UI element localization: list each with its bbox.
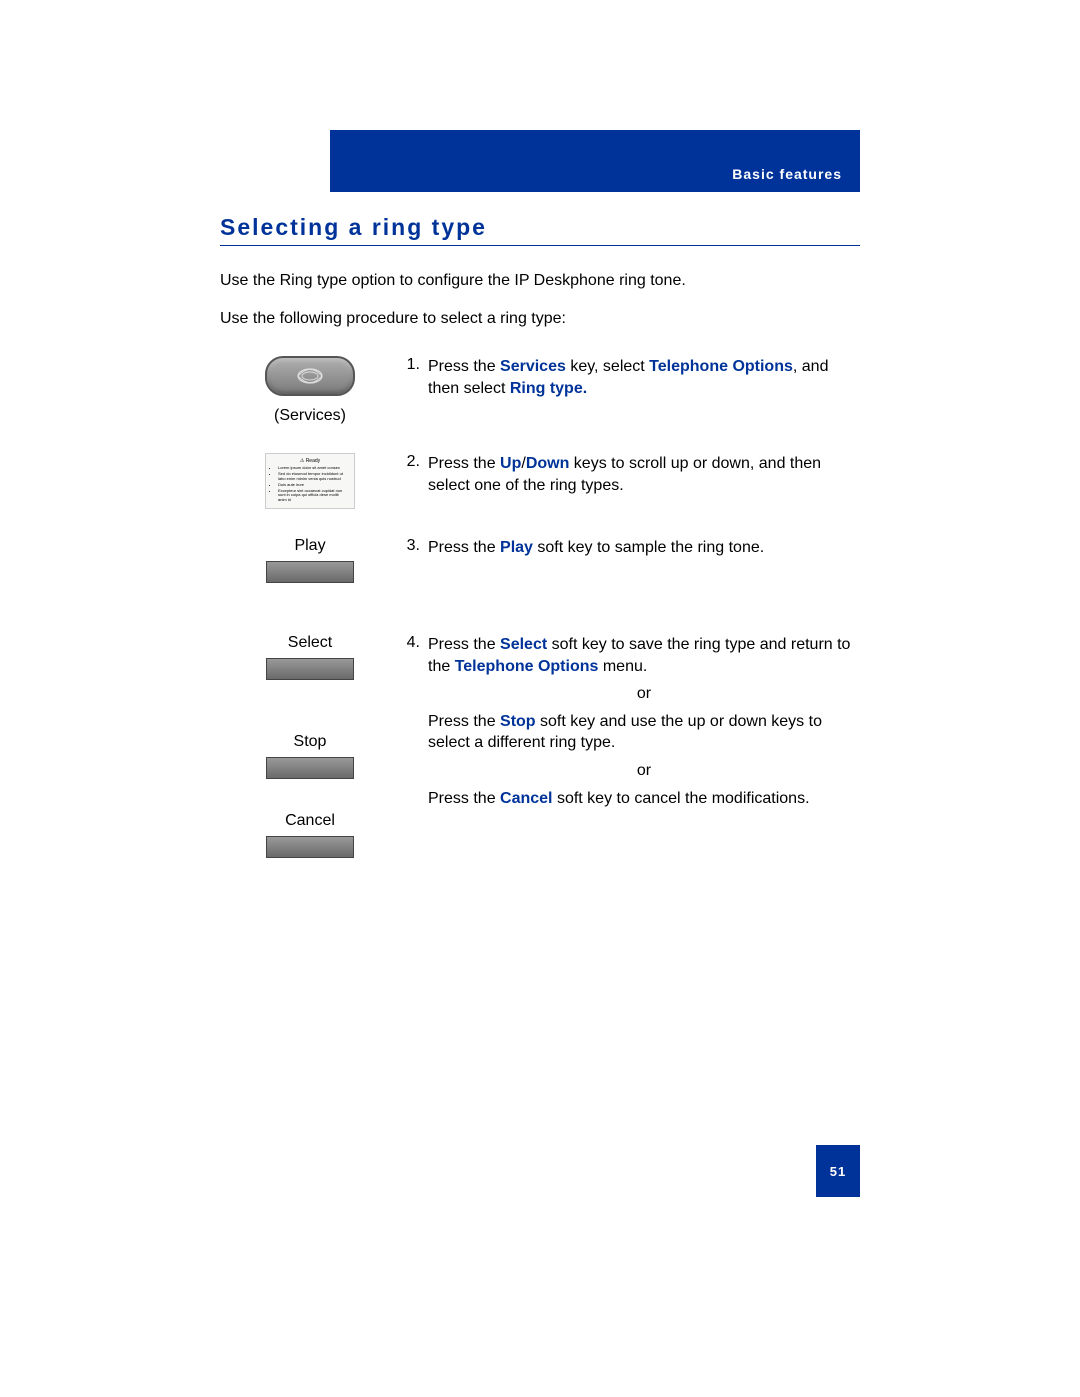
services-key-icon (265, 356, 355, 396)
play-softkey-label: Play (220, 537, 400, 555)
stop-softkey-icon (266, 757, 354, 779)
step-2-t1: Press the (428, 455, 500, 472)
header-section-label: Basic features (732, 166, 842, 182)
intro-paragraph-1: Use the Ring type option to configure th… (220, 270, 860, 292)
page-number-value: 51 (830, 1164, 846, 1179)
cancel-softkey-label: Cancel (266, 812, 354, 830)
step-2-row: ⚠ Ready Lorem ipsum dolor sit amet conse… (220, 453, 860, 509)
step-4-k1: Select (500, 636, 547, 653)
step-4-cancel-t2: soft key to cancel the modifications. (553, 790, 810, 807)
document-page: Basic features Selecting a ring type Use… (0, 0, 1080, 1397)
step-2-k1: Up (500, 455, 521, 472)
intro-paragraph-2: Use the following procedure to select a … (220, 310, 860, 328)
cancel-softkey-icon (266, 836, 354, 858)
step-1-t2: key, select (566, 358, 649, 375)
step-1-row: (Services) 1. Press the Services key, se… (220, 356, 860, 425)
step-3-number: 3. (400, 537, 428, 555)
stop-softkey-label: Stop (266, 733, 354, 751)
step-4-k2: Telephone Options (455, 658, 599, 675)
step-4-stop-t1: Press the (428, 713, 500, 730)
page-number: 51 (816, 1145, 860, 1197)
play-softkey-icon (266, 561, 354, 583)
step-1-k1: Services (500, 358, 566, 375)
step-1-k3: Ring type. (510, 380, 587, 397)
step-2-k2: Down (526, 455, 570, 472)
step-4-stop-k1: Stop (500, 713, 536, 730)
step-2-text: 2. Press the Up/Down keys to scroll up o… (400, 453, 860, 496)
phone-display-illustration: ⚠ Ready Lorem ipsum dolor sit amet conse… (265, 453, 355, 509)
step-4-t3: menu. (598, 658, 647, 675)
step-4-cancel-k1: Cancel (500, 790, 552, 807)
step-3-left: Play (220, 537, 400, 606)
step-3-t2: soft key to sample the ring tone. (533, 539, 764, 556)
step-3-text: 3. Press the Play soft key to sample the… (400, 537, 860, 559)
step-1-text: 1. Press the Services key, select Teleph… (400, 356, 860, 399)
step-3-k1: Play (500, 539, 533, 556)
steps-area: (Services) 1. Press the Services key, se… (220, 356, 860, 881)
step-3-row: Play 3. Press the Play soft key to sampl… (220, 537, 860, 606)
step-1-k2: Telephone Options (649, 358, 793, 375)
step-4-t1: Press the (428, 636, 500, 653)
select-softkey-icon (266, 658, 354, 680)
step-4-left: Select Stop Cancel (220, 634, 400, 881)
step-4-cancel-t1: Press the (428, 790, 500, 807)
step-2-number: 2. (400, 453, 428, 471)
step-4-row: Select Stop Cancel 4. Press the Select s… (220, 634, 860, 881)
step-2-left: ⚠ Ready Lorem ipsum dolor sit amet conse… (220, 453, 400, 509)
step-4-or-2: or (428, 760, 860, 782)
header-bar: Basic features (330, 130, 860, 192)
page-title: Selecting a ring type (220, 214, 860, 246)
step-4-or-1: or (428, 683, 860, 705)
select-softkey-label: Select (266, 634, 354, 652)
step-4-text: 4. Press the Select soft key to save the… (400, 634, 860, 809)
step-3-t1: Press the (428, 539, 500, 556)
step-1-number: 1. (400, 356, 428, 374)
step-1-t1: Press the (428, 358, 500, 375)
step-4-number: 4. (400, 634, 428, 809)
services-key-label: (Services) (220, 407, 400, 425)
step-1-left: (Services) (220, 356, 400, 425)
